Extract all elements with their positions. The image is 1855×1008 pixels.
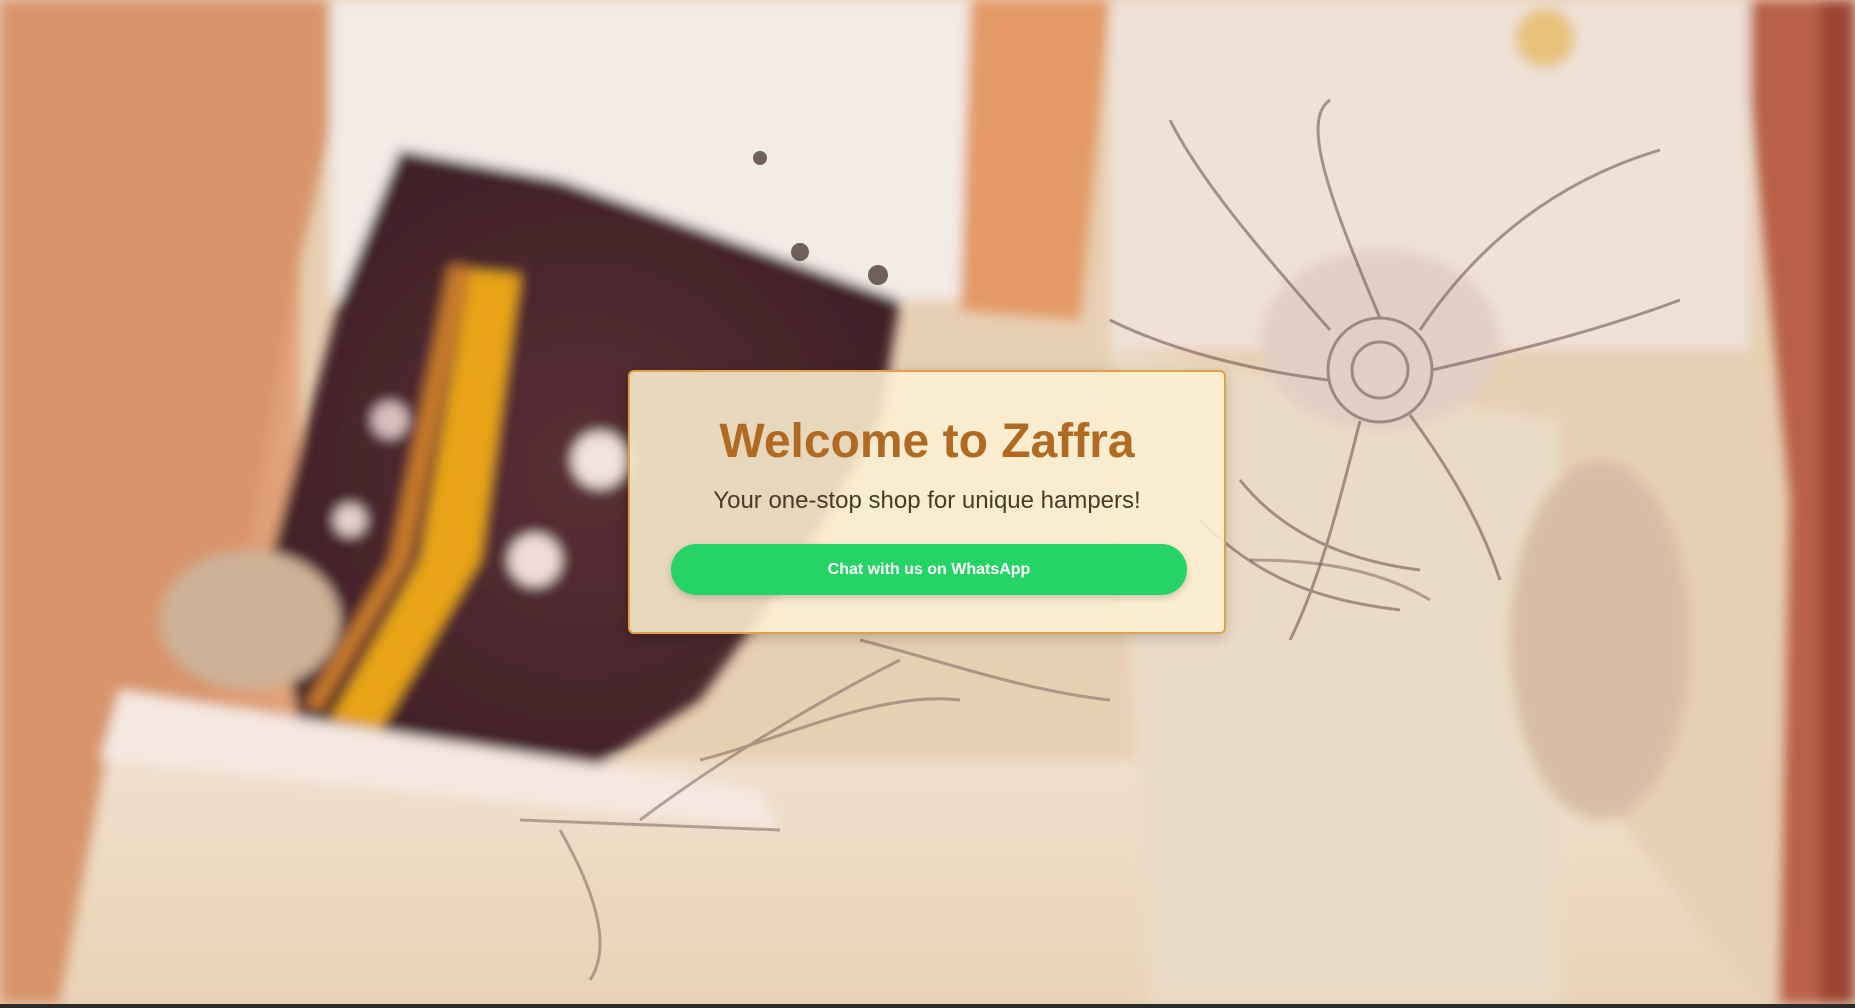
welcome-subtitle: Your one-stop shop for unique hampers! [713, 487, 1141, 514]
welcome-title: Welcome to Zaffra [719, 415, 1135, 468]
page-viewport: Welcome to Zaffra Your one-stop shop for… [0, 0, 1855, 1004]
bottom-edge-bar [0, 1004, 1855, 1008]
whatsapp-chat-button[interactable]: Chat with us on WhatsApp [671, 544, 1187, 595]
welcome-card: Welcome to Zaffra Your one-stop shop for… [628, 370, 1226, 634]
